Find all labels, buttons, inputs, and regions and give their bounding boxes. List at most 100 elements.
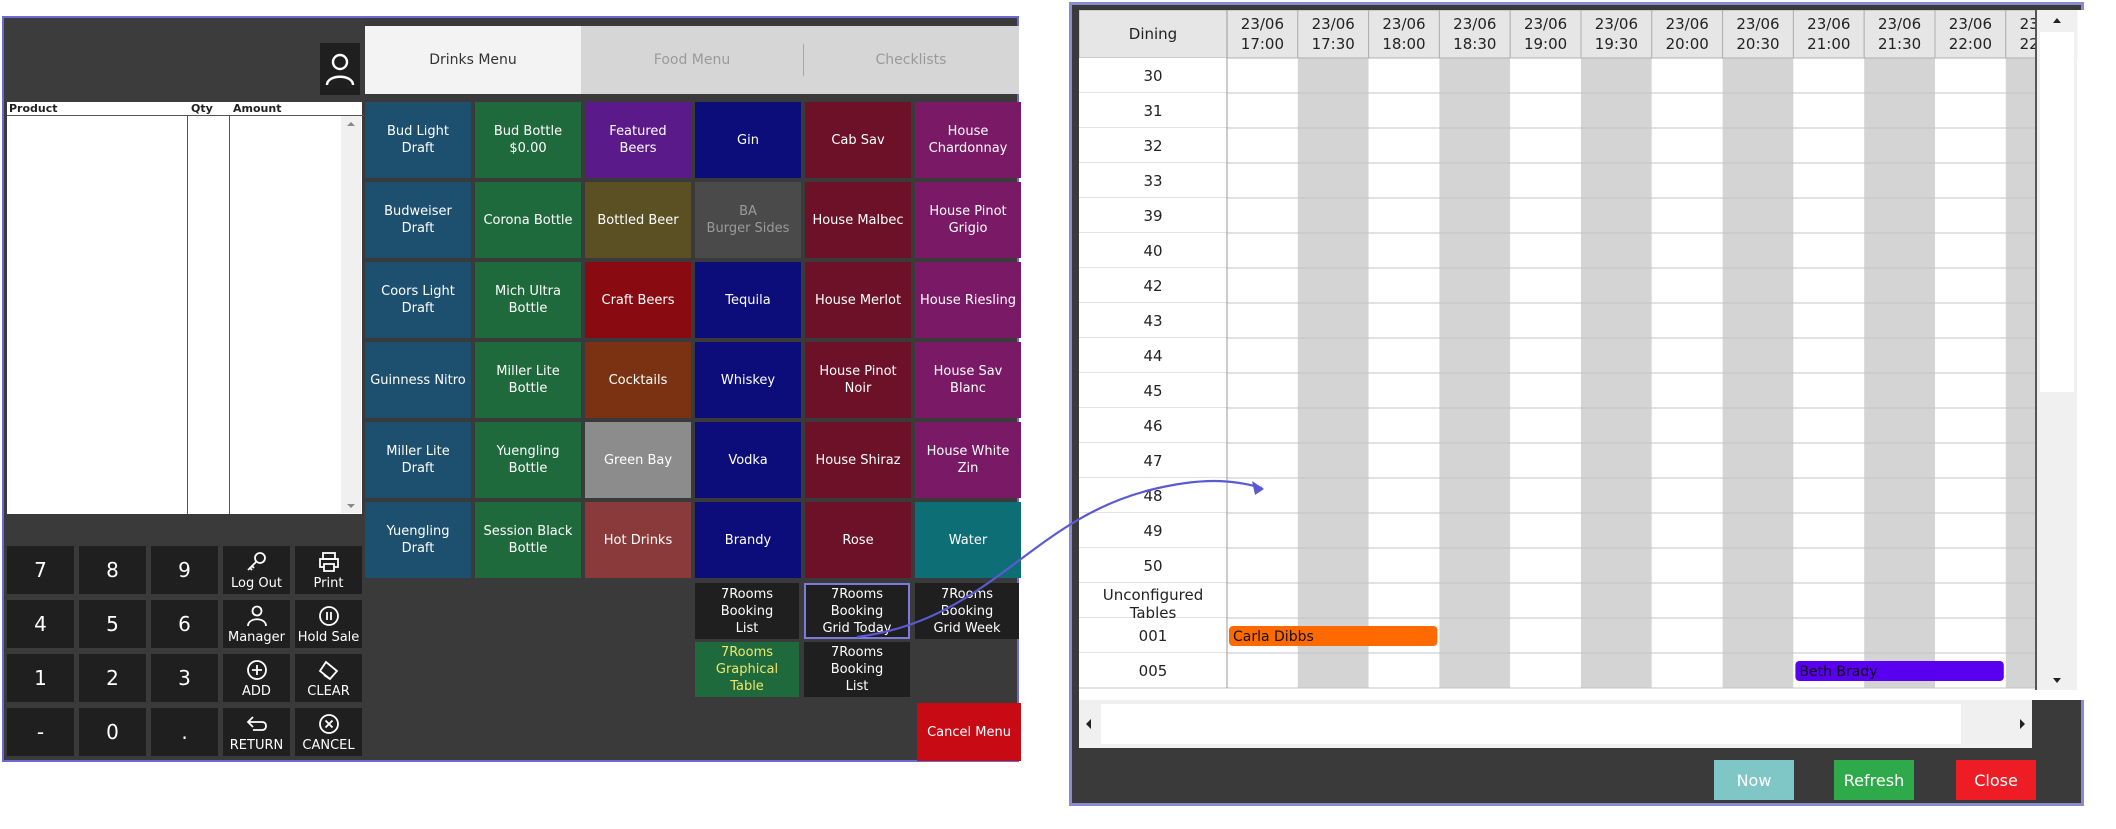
- key-7[interactable]: 7: [7, 546, 74, 594]
- add-button[interactable]: ADD: [223, 654, 290, 702]
- menu-button-yuengling-bottle[interactable]: Yuengling Bottle: [475, 422, 581, 498]
- menu-button-mich-ultra-bottle[interactable]: Mich Ultra Bottle: [475, 262, 581, 338]
- scroll-down-icon[interactable]: [2037, 670, 2077, 690]
- menu-button-vodka[interactable]: Vodka: [695, 422, 801, 498]
- menu-button-house-sav-blanc[interactable]: House Sav Blanc: [915, 342, 1021, 418]
- menu-button-house-riesling[interactable]: House Riesling: [915, 262, 1021, 338]
- menu-button-house-merlot[interactable]: House Merlot: [805, 262, 911, 338]
- menu-button-cocktails[interactable]: Cocktails: [585, 342, 691, 418]
- menu-button-ba-burger-sides[interactable]: BA Burger Sides: [695, 182, 801, 258]
- scroll-left-icon[interactable]: [1079, 700, 1099, 748]
- 7rooms-booking-grid-today-button[interactable]: 7Rooms Booking Grid Today: [804, 583, 910, 639]
- print-button[interactable]: Print: [295, 546, 362, 594]
- booking-footer: Now Refresh Close: [1072, 760, 2084, 806]
- menu-button-house-pinot-grigio[interactable]: House Pinot Grigio: [915, 182, 1021, 258]
- horizontal-scroll-thumb[interactable]: [1101, 704, 1961, 744]
- menu-button-miller-lite-draft[interactable]: Miller Lite Draft: [365, 422, 471, 498]
- menu-button-guinness-nitro[interactable]: Guinness Nitro: [365, 342, 471, 418]
- menu-button-tequila[interactable]: Tequila: [695, 262, 801, 338]
- manager-button[interactable]: Manager: [223, 600, 290, 648]
- menu-button-house-white-zin[interactable]: House White Zin: [915, 422, 1021, 498]
- menu-button-house-malbec[interactable]: House Malbec: [805, 182, 911, 258]
- close-button[interactable]: Close: [1956, 760, 2036, 800]
- tab-drinks-menu[interactable]: Drinks Menu: [365, 26, 581, 94]
- cancel-button[interactable]: CANCEL: [295, 708, 362, 756]
- key-0[interactable]: 0: [79, 708, 146, 756]
- now-button[interactable]: Now: [1714, 760, 1794, 800]
- menu-button-house-pinot-noir[interactable]: House Pinot Noir: [805, 342, 911, 418]
- menu-button-corona-bottle[interactable]: Corona Bottle: [475, 182, 581, 258]
- key-5[interactable]: 5: [79, 600, 146, 648]
- printer-icon: [318, 551, 339, 572]
- key-8[interactable]: 8: [79, 546, 146, 594]
- key-6[interactable]: 6: [151, 600, 218, 648]
- time-header-time: 17:30: [1312, 35, 1355, 53]
- reservation-name[interactable]: Carla Dibbs: [1233, 629, 1314, 645]
- key-3[interactable]: 3: [151, 654, 218, 702]
- menu-button-miller-lite-bottle[interactable]: Miller Lite Bottle: [475, 342, 581, 418]
- tab-food-menu[interactable]: Food Menu: [581, 26, 803, 94]
- menu-button-yuengling-draft[interactable]: Yuengling Draft: [365, 502, 471, 578]
- scroll-down-icon[interactable]: [341, 499, 361, 513]
- menu-button-session-black-bottle[interactable]: Session Black Bottle: [475, 502, 581, 578]
- key-decimal[interactable]: .: [151, 708, 218, 756]
- pause-icon: [318, 605, 339, 626]
- time-header-time: 21:00: [1807, 35, 1850, 53]
- grid-column-divider: [229, 115, 230, 514]
- booking-vertical-scrollbar[interactable]: [2035, 10, 2077, 690]
- menu-button-gin[interactable]: Gin: [695, 102, 801, 178]
- key-9[interactable]: 9: [151, 546, 218, 594]
- menu-button-bud-bottle-0-00[interactable]: Bud Bottle $0.00: [475, 102, 581, 178]
- vertical-scroll-thumb[interactable]: [2040, 32, 2074, 392]
- menu-button-green-bay[interactable]: Green Bay: [585, 422, 691, 498]
- key-1[interactable]: 1: [7, 654, 74, 702]
- manager-label: Manager: [228, 629, 285, 645]
- 7rooms-booking-list-button[interactable]: 7Rooms Booking List: [695, 583, 799, 639]
- return-button[interactable]: RETURN: [223, 708, 290, 756]
- booking-timeline[interactable]: 23/06 17:00 23/06 17:30 23/06 18:00 23/06 18:30…: [1079, 10, 2079, 693]
- order-grid[interactable]: Product Qty Amount: [7, 102, 364, 514]
- refresh-button[interactable]: Refresh: [1834, 760, 1914, 800]
- hold-sale-button[interactable]: Hold Sale: [295, 600, 362, 648]
- time-header-time: 19:00: [1524, 35, 1567, 53]
- clear-button[interactable]: CLEAR: [295, 654, 362, 702]
- time-header-date: 23/06: [1666, 15, 1709, 33]
- menu-button-hot-drinks[interactable]: Hot Drinks: [585, 502, 691, 578]
- menu-button-bottled-beer[interactable]: Bottled Beer: [585, 182, 691, 258]
- menu-button-whiskey[interactable]: Whiskey: [695, 342, 801, 418]
- menu-button-budweiser-draft[interactable]: Budweiser Draft: [365, 182, 471, 258]
- return-arrow-icon: [246, 715, 267, 731]
- menu-button-house-shiraz[interactable]: House Shiraz: [805, 422, 911, 498]
- keypad: 7 8 9 4 5 6 1 2 3 - 0 . Log Out Print Ma…: [7, 546, 362, 762]
- menu-button-cab-sav[interactable]: Cab Sav: [805, 102, 911, 178]
- scroll-up-icon[interactable]: [341, 117, 361, 131]
- clear-label: CLEAR: [307, 683, 350, 699]
- order-grid-scrollbar[interactable]: [341, 116, 361, 513]
- reservation-name[interactable]: Beth Brady: [1799, 664, 1877, 680]
- table-row-label: 44: [1143, 347, 1162, 365]
- tab-checklists[interactable]: Checklists: [803, 26, 1019, 94]
- menu-button-house-chardonnay[interactable]: House Chardonnay: [915, 102, 1021, 178]
- cancel-menu-button[interactable]: Cancel Menu: [917, 703, 1021, 761]
- 7rooms-booking-list-button-2[interactable]: 7Rooms Booking List: [804, 642, 910, 697]
- menu-button-water[interactable]: Water: [915, 502, 1021, 578]
- scroll-right-icon[interactable]: [2012, 700, 2032, 748]
- menu-button-featured-beers[interactable]: Featured Beers: [585, 102, 691, 178]
- log-out-button[interactable]: Log Out: [223, 546, 290, 594]
- menu-button-brandy[interactable]: Brandy: [695, 502, 801, 578]
- user-button[interactable]: [320, 43, 360, 95]
- menu-tabs: Drinks Menu Food Menu Checklists: [365, 26, 1019, 94]
- key-2[interactable]: 2: [79, 654, 146, 702]
- scroll-up-icon[interactable]: [2037, 10, 2077, 30]
- 7rooms-booking-grid-week-button[interactable]: 7Rooms Booking Grid Week: [915, 583, 1019, 639]
- menu-button-craft-beers[interactable]: Craft Beers: [585, 262, 691, 338]
- menu-button-rose[interactable]: Rose: [805, 502, 911, 578]
- time-header-date: 23/06: [1807, 15, 1850, 33]
- 7rooms-graphical-table-button[interactable]: 7Rooms Graphical Table: [695, 642, 799, 697]
- key-minus[interactable]: -: [7, 708, 74, 756]
- booking-horizontal-scrollbar[interactable]: [1079, 700, 2032, 748]
- key-4[interactable]: 4: [7, 600, 74, 648]
- menu-button-coors-light-draft[interactable]: Coors Light Draft: [365, 262, 471, 338]
- menu-button-bud-light-draft[interactable]: Bud Light Draft: [365, 102, 471, 178]
- table-row-label: 001: [1139, 627, 1168, 645]
